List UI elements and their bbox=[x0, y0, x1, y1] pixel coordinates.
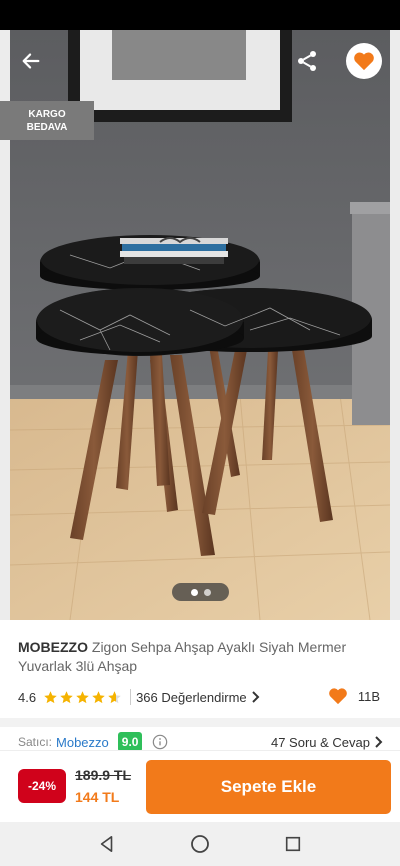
section-divider bbox=[0, 718, 400, 727]
like-count: 11B bbox=[357, 688, 380, 704]
reviews-count: 366 Değerlendirme bbox=[136, 689, 247, 705]
arrow-left-icon bbox=[22, 53, 40, 69]
system-nav-bar bbox=[0, 822, 400, 866]
seller-row: Satıcı: Mobezzo 9.0 47 Soru & Cevap bbox=[18, 732, 384, 752]
pager-dot-active[interactable] bbox=[190, 588, 198, 596]
star-icon bbox=[44, 690, 57, 703]
rating-row: 4.6 366 Değerlendirme 11B bbox=[18, 687, 388, 707]
rating-score: 4.6 bbox=[18, 689, 37, 705]
heart-icon bbox=[354, 52, 374, 71]
divider bbox=[130, 689, 132, 705]
star-half-icon bbox=[108, 690, 121, 703]
rating-stars bbox=[43, 690, 122, 705]
status-bar bbox=[0, 0, 400, 30]
current-price: 144 TL bbox=[75, 789, 120, 805]
qa-link[interactable]: 47 Soru & Cevap bbox=[271, 732, 384, 752]
pager-dot[interactable] bbox=[203, 588, 211, 596]
star-icon bbox=[92, 690, 105, 703]
discount-badge: -24% bbox=[18, 769, 66, 803]
star-icon bbox=[60, 690, 73, 703]
share-button[interactable] bbox=[290, 44, 324, 78]
info-icon[interactable] bbox=[152, 734, 168, 750]
badge-line-2: BEDAVA bbox=[26, 122, 68, 133]
seller-score-badge: 9.0 bbox=[117, 732, 143, 752]
heart-icon bbox=[328, 688, 347, 705]
square-recents-icon bbox=[286, 836, 301, 852]
purchase-bar: -24% 189.9 TL 144 TL Sepete Ekle bbox=[0, 750, 400, 822]
like-count-button[interactable]: 11B bbox=[328, 687, 380, 705]
product-image-gallery[interactable]: KARGO BEDAVA bbox=[0, 30, 400, 620]
back-button[interactable] bbox=[14, 44, 48, 78]
qa-label: 47 Soru & Cevap bbox=[270, 734, 370, 750]
chevron-right-icon bbox=[251, 691, 260, 703]
nav-back-button[interactable] bbox=[95, 832, 119, 856]
chevron-right-icon bbox=[375, 736, 383, 748]
add-to-cart-button[interactable]: Sepete Ekle bbox=[146, 760, 391, 814]
free-shipping-badge: KARGO BEDAVA bbox=[0, 101, 94, 140]
seller-name-link[interactable]: Mobezzo bbox=[56, 735, 109, 750]
favorite-button[interactable] bbox=[346, 43, 382, 79]
product-brand[interactable]: MOBEZZO bbox=[18, 639, 88, 655]
star-icon bbox=[76, 690, 89, 703]
circle-home-icon bbox=[191, 835, 209, 853]
triangle-back-icon bbox=[100, 835, 112, 853]
share-icon bbox=[298, 51, 316, 71]
badge-line-1: KARGO bbox=[28, 109, 66, 120]
product-title: MOBEZZO Zigon Sehpa Ahşap Ayaklı Siyah M… bbox=[18, 638, 388, 676]
old-price: 189.9 TL bbox=[75, 767, 132, 783]
nav-home-button[interactable] bbox=[188, 832, 212, 856]
reviews-link[interactable]: 366 Değerlendirme bbox=[136, 690, 261, 705]
seller-label: Satıcı: bbox=[18, 735, 53, 749]
gallery-pager[interactable] bbox=[172, 583, 229, 601]
nav-recents-button[interactable] bbox=[281, 832, 305, 856]
